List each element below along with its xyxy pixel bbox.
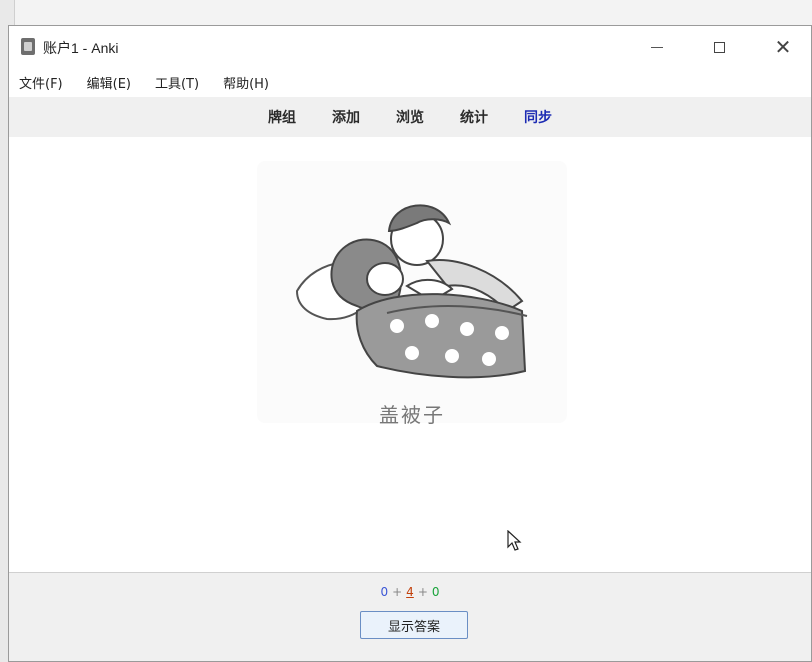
new-count: 0 [380, 585, 389, 599]
count-separator: + [417, 585, 428, 599]
anki-app-icon [21, 38, 35, 55]
card-caption: 盖被子 [379, 403, 445, 427]
close-button[interactable]: ✕ [753, 26, 812, 68]
menu-help[interactable]: 帮助(H) [223, 73, 269, 92]
review-bottom-bar: 0 +4 +0 显示答案 [9, 572, 811, 661]
toolbar-stats[interactable]: 统计 [460, 107, 488, 127]
minimize-button[interactable] [627, 26, 687, 68]
toolbar-sync[interactable]: 同步 [524, 107, 552, 127]
minimize-icon [651, 46, 663, 48]
card-illustration [257, 161, 567, 423]
maximize-button[interactable] [689, 26, 749, 68]
toolbar-browse[interactable]: 浏览 [396, 107, 424, 127]
show-answer-button[interactable]: 显示答案 [360, 611, 468, 639]
maximize-icon [713, 41, 725, 53]
menu-file[interactable]: 文件(F) [19, 73, 63, 92]
due-counts: 0 +4 +0 [9, 585, 811, 599]
toolbar-decks[interactable]: 牌组 [268, 107, 296, 127]
menu-bar: 文件(F) 编辑(E) 工具(T) 帮助(H) [9, 70, 811, 94]
menu-edit[interactable]: 编辑(E) [87, 73, 131, 92]
review-count: 0 [431, 585, 440, 599]
learn-count: 4 [406, 585, 414, 599]
title-bar[interactable]: 账户1 - Anki ✕ [9, 26, 811, 68]
close-icon: ✕ [774, 35, 792, 59]
count-separator: + [392, 585, 403, 599]
toolbar-add[interactable]: 添加 [332, 107, 360, 127]
card-review-area: 盖被子 [9, 137, 811, 572]
menu-tools[interactable]: 工具(T) [155, 73, 199, 92]
main-toolbar: 牌组 添加 浏览 统计 同步 [9, 97, 811, 137]
window-title: 账户1 - Anki [43, 40, 119, 56]
mouse-cursor-icon [507, 530, 522, 551]
anki-main-window: 账户1 - Anki ✕ 文件(F) 编辑(E) 工具(T) 帮助(H) 牌组 … [8, 25, 812, 662]
